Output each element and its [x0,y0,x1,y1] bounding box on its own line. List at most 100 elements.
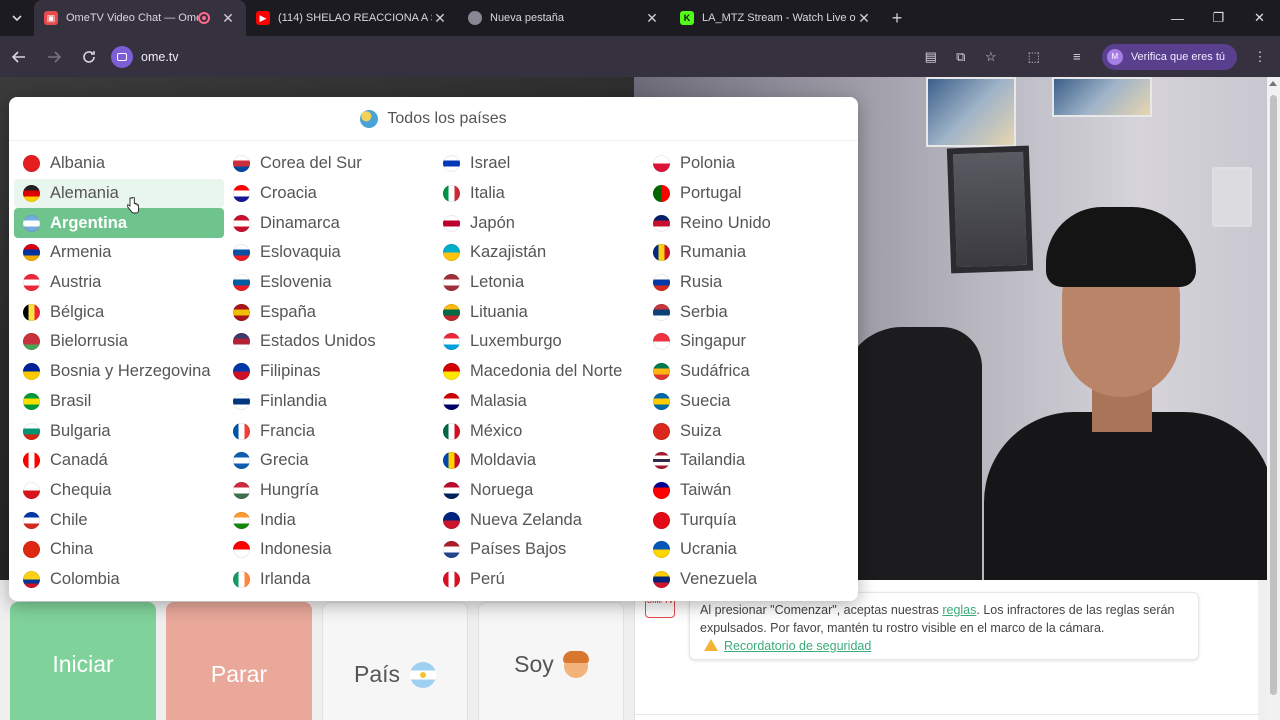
close-window-icon[interactable]: ✕ [1239,0,1280,36]
country-option[interactable]: Sudáfrica [644,357,854,387]
country-option[interactable]: Perú [434,565,644,595]
bookmark-star-icon[interactable]: ☆ [977,43,1005,71]
forward-button[interactable] [38,41,70,73]
minimize-icon[interactable]: — [1157,0,1198,36]
country-name: Bielorrusia [50,332,128,351]
country-option[interactable]: Tailandia [644,446,854,476]
country-option[interactable]: Bulgaria [14,416,224,446]
country-option[interactable]: Malasia [434,387,644,417]
country-option[interactable]: Eslovaquia [224,238,434,268]
country-option[interactable]: Hungría [224,476,434,506]
country-flag-icon [443,570,460,588]
country-option[interactable]: China [14,535,224,565]
maximize-icon[interactable]: ❐ [1198,0,1239,36]
country-option[interactable]: Rusia [644,268,854,298]
country-option[interactable]: Croacia [224,179,434,209]
country-option[interactable]: Armenia [14,238,224,268]
country-option[interactable]: Chequia [14,476,224,506]
country-option[interactable]: Bielorrusia [14,327,224,357]
country-option[interactable]: Portugal [644,179,854,209]
country-option[interactable]: Ucrania [644,535,854,565]
extensions-icon[interactable]: ⬚ [1020,43,1048,71]
tab-close-icon[interactable]: ✕ [432,10,448,27]
reload-button[interactable] [73,41,105,73]
rules-link[interactable]: reglas [942,603,976,617]
country-option[interactable]: Filipinas [224,357,434,387]
country-option[interactable]: Kazajistán [434,238,644,268]
country-option[interactable]: Grecia [224,446,434,476]
tab-kick[interactable]: K LA_MTZ Stream - Watch Live on ✕ [670,0,882,36]
country-option[interactable]: Venezuela [644,565,854,595]
address-bar[interactable]: ome.tv [111,42,179,72]
country-name: Albania [50,154,106,173]
country-option[interactable]: Dinamarca [224,208,434,238]
new-tab-button[interactable]: + [882,0,912,36]
country-option[interactable]: Rumania [644,238,854,268]
country-option[interactable]: Luxemburgo [434,327,644,357]
country-option[interactable]: India [224,505,434,535]
profile-button[interactable]: M Verifica que eres tú [1101,43,1237,70]
tab-ometv[interactable]: ▣ OmeTV Video Chat — Omegle ✕ [34,0,246,36]
scroll-up-icon[interactable] [1269,81,1277,86]
country-option[interactable]: Noruega [434,476,644,506]
tab-close-icon[interactable]: ✕ [856,10,872,27]
country-option[interactable]: Eslovenia [224,268,434,298]
country-option[interactable]: Suiza [644,416,854,446]
country-option[interactable]: Turquía [644,505,854,535]
scrollbar-thumb[interactable] [1270,95,1277,695]
country-option[interactable]: Polonia [644,149,854,179]
country-option[interactable]: Bosnia y Herzegovina [14,357,224,387]
site-info-icon[interactable] [111,45,133,68]
tab-new-tab[interactable]: Nueva pestaña ✕ [458,0,670,36]
back-button[interactable] [3,41,35,73]
country-option[interactable]: Países Bajos [434,535,644,565]
country-option[interactable]: Taiwán [644,476,854,506]
country-option[interactable]: Lituania [434,297,644,327]
country-option[interactable]: Macedonia del Norte [434,357,644,387]
country-option[interactable]: Colombia [14,565,224,595]
country-option[interactable]: Albania [14,149,224,179]
menu-dots-icon[interactable]: ⋮ [1246,43,1274,71]
country-option[interactable]: Suecia [644,387,854,417]
country-option[interactable]: España [224,297,434,327]
country-option[interactable]: Reino Unido [644,208,854,238]
tab-close-icon[interactable]: ✕ [644,10,660,27]
country-option[interactable]: Nueva Zelanda [434,505,644,535]
country-option[interactable]: Indonesia [224,535,434,565]
country-name: Armenia [50,243,112,262]
country-option[interactable]: México [434,416,644,446]
country-option[interactable]: Irlanda [224,565,434,595]
translate-icon[interactable]: ▤ [917,43,945,71]
tab-close-icon[interactable]: ✕ [220,10,236,27]
country-option[interactable]: Austria [14,268,224,298]
install-app-icon[interactable]: ⧉ [947,43,975,71]
country-option[interactable]: Brasil [14,387,224,417]
stop-button[interactable]: Parar [166,602,312,720]
country-option[interactable]: Finlandia [224,387,434,417]
country-option[interactable]: Israel [434,149,644,179]
reading-list-icon[interactable]: ≡ [1063,43,1091,71]
country-option[interactable]: Francia [224,416,434,446]
country-option[interactable]: Canadá [14,446,224,476]
country-option[interactable]: Japón [434,208,644,238]
gender-button[interactable]: Soy [478,602,624,720]
country-option[interactable]: Italia [434,179,644,209]
country-option[interactable]: Estados Unidos [224,327,434,357]
country-option[interactable]: Bélgica [14,297,224,327]
country-option[interactable]: Alemania [14,178,224,209]
country-option[interactable]: Serbia [644,297,854,327]
country-option[interactable]: Singapur [644,327,854,357]
tab-youtube[interactable]: ▶ (114) SHELAO REACCIONA A SU ✕ [246,0,458,36]
page-scrollbar[interactable] [1267,77,1280,720]
country-option[interactable]: Moldavia [434,446,644,476]
country-option[interactable]: Letonia [434,268,644,298]
rules-notice: Al presionar "Comenzar", aceptas nuestra… [689,592,1199,660]
tab-search-button[interactable] [0,0,34,36]
country-option[interactable]: Corea del Sur [224,149,434,179]
safety-reminder-link[interactable]: Recordatorio de seguridad [724,639,871,653]
start-button[interactable]: Iniciar [10,602,156,720]
country-option[interactable]: Argentina [14,208,224,239]
country-option[interactable]: Chile [14,505,224,535]
country-button[interactable]: País [322,602,468,720]
country-flag-icon [443,541,460,559]
